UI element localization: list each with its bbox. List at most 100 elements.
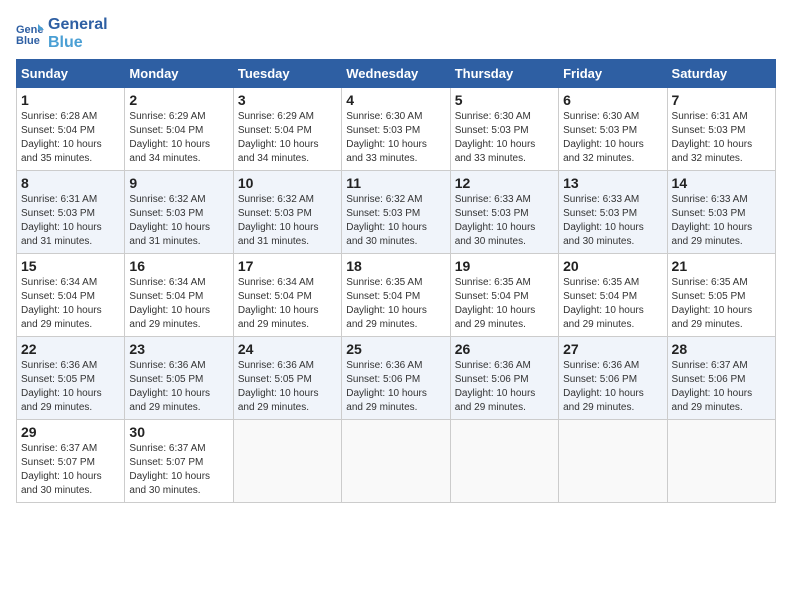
svg-text:Blue: Blue <box>16 35 40 46</box>
day-detail: Sunrise: 6:30 AM Sunset: 5:03 PM Dayligh… <box>455 110 554 166</box>
table-cell: 10Sunrise: 6:32 AM Sunset: 5:03 PM Dayli… <box>233 171 341 254</box>
day-number: 29 <box>21 424 120 440</box>
calendar-table: Sunday Monday Tuesday Wednesday Thursday… <box>16 59 776 503</box>
logo: General Blue General Blue <box>16 16 108 51</box>
day-number: 30 <box>129 424 228 440</box>
day-detail: Sunrise: 6:35 AM Sunset: 5:04 PM Dayligh… <box>455 276 554 332</box>
day-number: 24 <box>238 341 337 357</box>
col-friday: Friday <box>559 60 667 88</box>
calendar-week-row: 22 Sunrise: 6:36 AM Sunset: 5:05 PM Dayli… <box>17 337 776 420</box>
col-sunday: Sunday <box>17 60 125 88</box>
day-detail: Sunrise: 6:36 AM Sunset: 5:06 PM Dayligh… <box>455 359 554 415</box>
day-number: 5 <box>455 92 554 108</box>
table-cell: 7 Sunrise: 6:31 AM Sunset: 5:03 PM Daylig… <box>667 88 775 171</box>
day-detail: Sunrise: 6:36 AM Sunset: 5:06 PM Dayligh… <box>346 359 445 415</box>
calendar-week-row: 15Sunrise: 6:34 AM Sunset: 5:04 PM Dayli… <box>17 254 776 337</box>
day-number: 13 <box>563 175 662 191</box>
table-cell: 22 Sunrise: 6:36 AM Sunset: 5:05 PM Dayli… <box>17 337 125 420</box>
day-detail: Sunrise: 6:31 AM Sunset: 5:03 PM Dayligh… <box>672 110 771 166</box>
day-number: 1 <box>21 92 120 108</box>
table-cell: 16 Sunrise: 6:34 AM Sunset: 5:04 PM Dayli… <box>125 254 233 337</box>
table-cell: 19Sunrise: 6:35 AM Sunset: 5:04 PM Dayli… <box>450 254 558 337</box>
table-cell: 26 Sunrise: 6:36 AM Sunset: 5:06 PM Dayli… <box>450 337 558 420</box>
day-detail: Sunrise: 6:36 AM Sunset: 5:05 PM Dayligh… <box>21 359 120 415</box>
day-number: 18 <box>346 258 445 274</box>
table-cell <box>233 420 341 503</box>
table-cell: 8 Sunrise: 6:31 AM Sunset: 5:03 PM Daylig… <box>17 171 125 254</box>
table-cell <box>559 420 667 503</box>
day-detail: Sunrise: 6:36 AM Sunset: 5:05 PM Dayligh… <box>238 359 337 415</box>
col-wednesday: Wednesday <box>342 60 450 88</box>
day-detail: Sunrise: 6:34 AM Sunset: 5:04 PM Dayligh… <box>238 276 337 332</box>
day-number: 14 <box>672 175 771 191</box>
page-header: General Blue General Blue <box>16 16 776 51</box>
day-number: 26 <box>455 341 554 357</box>
table-cell: 6 Sunrise: 6:30 AM Sunset: 5:03 PM Daylig… <box>559 88 667 171</box>
day-number: 17 <box>238 258 337 274</box>
day-number: 12 <box>455 175 554 191</box>
day-number: 9 <box>129 175 228 191</box>
day-detail: Sunrise: 6:31 AM Sunset: 5:03 PM Dayligh… <box>21 193 120 249</box>
day-detail: Sunrise: 6:29 AM Sunset: 5:04 PM Dayligh… <box>238 110 337 166</box>
day-number: 16 <box>129 258 228 274</box>
day-number: 3 <box>238 92 337 108</box>
day-number: 23 <box>129 341 228 357</box>
logo-blue: Blue <box>48 34 108 52</box>
day-detail: Sunrise: 6:32 AM Sunset: 5:03 PM Dayligh… <box>238 193 337 249</box>
day-detail: Sunrise: 6:36 AM Sunset: 5:06 PM Dayligh… <box>563 359 662 415</box>
calendar-week-row: 8 Sunrise: 6:31 AM Sunset: 5:03 PM Daylig… <box>17 171 776 254</box>
day-number: 28 <box>672 341 771 357</box>
day-number: 11 <box>346 175 445 191</box>
table-cell: 21 Sunrise: 6:35 AM Sunset: 5:05 PM Dayli… <box>667 254 775 337</box>
col-thursday: Thursday <box>450 60 558 88</box>
table-cell: 12 Sunrise: 6:33 AM Sunset: 5:03 PM Dayli… <box>450 171 558 254</box>
day-number: 2 <box>129 92 228 108</box>
day-number: 22 <box>21 341 120 357</box>
table-cell: 11 Sunrise: 6:32 AM Sunset: 5:03 PM Dayli… <box>342 171 450 254</box>
day-number: 8 <box>21 175 120 191</box>
calendar-week-row: 1 Sunrise: 6:28 AM Sunset: 5:04 PM Daylig… <box>17 88 776 171</box>
day-detail: Sunrise: 6:37 AM Sunset: 5:06 PM Dayligh… <box>672 359 771 415</box>
calendar-header-row: Sunday Monday Tuesday Wednesday Thursday… <box>17 60 776 88</box>
day-number: 27 <box>563 341 662 357</box>
day-detail: Sunrise: 6:28 AM Sunset: 5:04 PM Dayligh… <box>21 110 120 166</box>
table-cell: 13Sunrise: 6:33 AM Sunset: 5:03 PM Dayli… <box>559 171 667 254</box>
day-detail: Sunrise: 6:30 AM Sunset: 5:03 PM Dayligh… <box>563 110 662 166</box>
day-number: 4 <box>346 92 445 108</box>
day-detail: Sunrise: 6:37 AM Sunset: 5:07 PM Dayligh… <box>129 442 228 498</box>
table-cell: 9 Sunrise: 6:32 AM Sunset: 5:03 PM Daylig… <box>125 171 233 254</box>
day-detail: Sunrise: 6:32 AM Sunset: 5:03 PM Dayligh… <box>346 193 445 249</box>
table-cell: 17 Sunrise: 6:34 AM Sunset: 5:04 PM Dayli… <box>233 254 341 337</box>
day-detail: Sunrise: 6:37 AM Sunset: 5:07 PM Dayligh… <box>21 442 120 498</box>
day-detail: Sunrise: 6:34 AM Sunset: 5:04 PM Dayligh… <box>129 276 228 332</box>
table-cell: 29 Sunrise: 6:37 AM Sunset: 5:07 PM Dayli… <box>17 420 125 503</box>
day-detail: Sunrise: 6:36 AM Sunset: 5:05 PM Dayligh… <box>129 359 228 415</box>
day-number: 21 <box>672 258 771 274</box>
day-detail: Sunrise: 6:35 AM Sunset: 5:04 PM Dayligh… <box>346 276 445 332</box>
table-cell: 1 Sunrise: 6:28 AM Sunset: 5:04 PM Daylig… <box>17 88 125 171</box>
table-cell <box>450 420 558 503</box>
table-cell: 30 Sunrise: 6:37 AM Sunset: 5:07 PM Dayli… <box>125 420 233 503</box>
table-cell: 27 Sunrise: 6:36 AM Sunset: 5:06 PM Dayli… <box>559 337 667 420</box>
day-detail: Sunrise: 6:30 AM Sunset: 5:03 PM Dayligh… <box>346 110 445 166</box>
day-detail: Sunrise: 6:33 AM Sunset: 5:03 PM Dayligh… <box>455 193 554 249</box>
day-number: 6 <box>563 92 662 108</box>
day-detail: Sunrise: 6:35 AM Sunset: 5:05 PM Dayligh… <box>672 276 771 332</box>
table-cell: 24 Sunrise: 6:36 AM Sunset: 5:05 PM Dayli… <box>233 337 341 420</box>
col-monday: Monday <box>125 60 233 88</box>
day-detail: Sunrise: 6:32 AM Sunset: 5:03 PM Dayligh… <box>129 193 228 249</box>
day-detail: Sunrise: 6:29 AM Sunset: 5:04 PM Dayligh… <box>129 110 228 166</box>
col-tuesday: Tuesday <box>233 60 341 88</box>
table-cell: 5 Sunrise: 6:30 AM Sunset: 5:03 PM Daylig… <box>450 88 558 171</box>
table-cell: 15Sunrise: 6:34 AM Sunset: 5:04 PM Dayli… <box>17 254 125 337</box>
day-number: 25 <box>346 341 445 357</box>
table-cell: 23 Sunrise: 6:36 AM Sunset: 5:05 PM Dayli… <box>125 337 233 420</box>
day-number: 7 <box>672 92 771 108</box>
day-detail: Sunrise: 6:33 AM Sunset: 5:03 PM Dayligh… <box>672 193 771 249</box>
table-cell: 14 Sunrise: 6:33 AM Sunset: 5:03 PM Dayli… <box>667 171 775 254</box>
day-detail: Sunrise: 6:34 AM Sunset: 5:04 PM Dayligh… <box>21 276 120 332</box>
table-cell: 20Sunrise: 6:35 AM Sunset: 5:04 PM Dayli… <box>559 254 667 337</box>
table-cell: 28 Sunrise: 6:37 AM Sunset: 5:06 PM Dayli… <box>667 337 775 420</box>
logo-general: General <box>48 16 108 34</box>
table-cell: 25 Sunrise: 6:36 AM Sunset: 5:06 PM Dayli… <box>342 337 450 420</box>
